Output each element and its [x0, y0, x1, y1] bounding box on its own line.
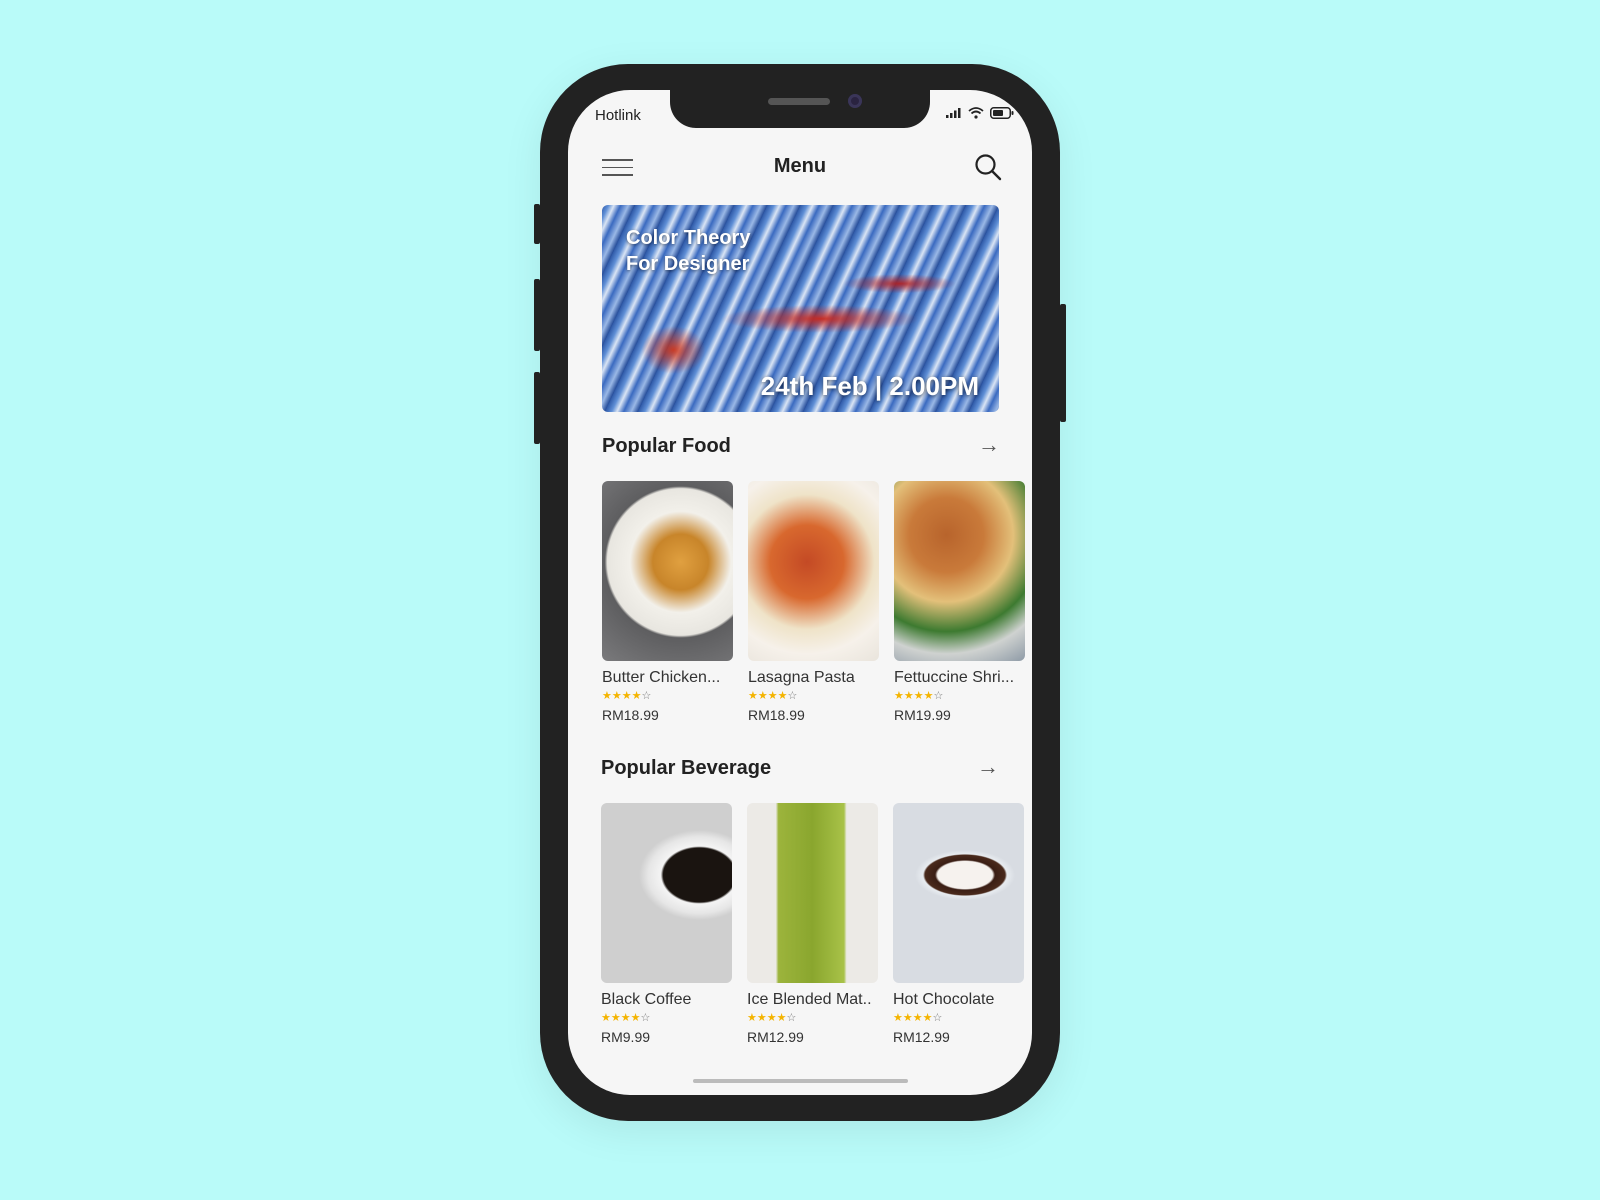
phone-frame: Hotlink Menu Color Theory For Designer 2…	[534, 64, 1066, 1121]
banner-date: 24th Feb | 2.00PM	[760, 371, 979, 401]
front-camera	[848, 94, 862, 108]
carrier-label: Hotlink	[595, 107, 641, 124]
notch	[670, 90, 930, 128]
item-name: Ice Blended Mat..	[747, 991, 872, 1008]
section-title-popular-beverage: Popular Beverage	[601, 757, 772, 779]
food-image-lasagna	[748, 481, 879, 661]
item-price: RM12.99	[747, 1029, 804, 1045]
speaker	[768, 98, 830, 105]
item-price: RM19.99	[894, 707, 951, 723]
beverage-image-black-coffee	[601, 803, 732, 983]
status-icons	[946, 107, 1014, 119]
power-button	[1060, 304, 1066, 422]
rating-stars: ★★★★☆	[748, 690, 798, 702]
item-price: RM18.99	[748, 707, 805, 723]
item-name: Fettuccine Shri...	[894, 669, 1015, 686]
beverage-image-ice-blended-matcha	[747, 803, 878, 983]
home-indicator[interactable]	[693, 1079, 908, 1083]
page-title: Menu	[773, 155, 827, 177]
arrow-right-icon[interactable]: →	[977, 754, 999, 780]
beverage-image-hot-chocolate	[893, 803, 1024, 983]
search-icon[interactable]	[974, 153, 1002, 181]
section-title-popular-food: Popular Food	[602, 435, 731, 457]
mute-switch	[534, 204, 540, 244]
event-banner[interactable]: Color Theory For Designer 24th Feb | 2.0…	[602, 205, 999, 412]
item-name: Hot Chocolate	[893, 991, 995, 1008]
rating-stars: ★★★★☆	[747, 1012, 797, 1024]
rating-stars: ★★★★☆	[601, 1012, 651, 1024]
item-price: RM18.99	[602, 707, 659, 723]
item-name: Butter Chicken...	[602, 669, 721, 686]
battery-icon	[990, 107, 1014, 119]
beverage-card[interactable]: Hot Chocolate ★★★★☆ RM12.99	[893, 803, 1024, 1045]
banner-title-line1: Color Theory	[626, 227, 751, 249]
item-name: Black Coffee	[601, 991, 692, 1008]
food-card[interactable]: Butter Chicken... ★★★★☆ RM18.99	[602, 481, 733, 723]
beverage-card[interactable]: Black Coffee ★★★★☆ RM9.99	[601, 803, 732, 1045]
banner-title-line2: For Designer	[626, 253, 750, 275]
item-price: RM9.99	[601, 1029, 651, 1045]
app-screen: Hotlink Menu Color Theory For Designer 2…	[568, 90, 1032, 1095]
food-image-butter-chicken	[602, 481, 733, 661]
rating-stars: ★★★★☆	[602, 690, 652, 702]
banner-title: Color Theory For Designer	[626, 225, 750, 277]
signal-icon	[946, 108, 961, 118]
rating-stars: ★★★★☆	[894, 690, 944, 702]
popular-beverage-list: Black Coffee ★★★★☆ RM9.99 Ice Blended Ma…	[601, 803, 1024, 1045]
wifi-icon	[968, 107, 984, 119]
item-price: RM12.99	[893, 1029, 950, 1045]
item-name: Lasagna Pasta	[748, 669, 855, 686]
food-card[interactable]: Fettuccine Shri... ★★★★☆ RM19.99	[894, 481, 1025, 723]
arrow-right-icon[interactable]: →	[978, 432, 1000, 458]
popular-food-list: Butter Chicken... ★★★★☆ RM18.99 Lasagna …	[602, 481, 1025, 723]
volume-up-button	[534, 279, 540, 351]
food-image-fettuccine	[894, 481, 1025, 661]
beverage-card[interactable]: Ice Blended Mat.. ★★★★☆ RM12.99	[747, 803, 878, 1045]
food-card[interactable]: Lasagna Pasta ★★★★☆ RM18.99	[748, 481, 879, 723]
app-header: Menu	[568, 145, 1032, 195]
rating-stars: ★★★★☆	[893, 1012, 943, 1024]
volume-down-button	[534, 372, 540, 444]
